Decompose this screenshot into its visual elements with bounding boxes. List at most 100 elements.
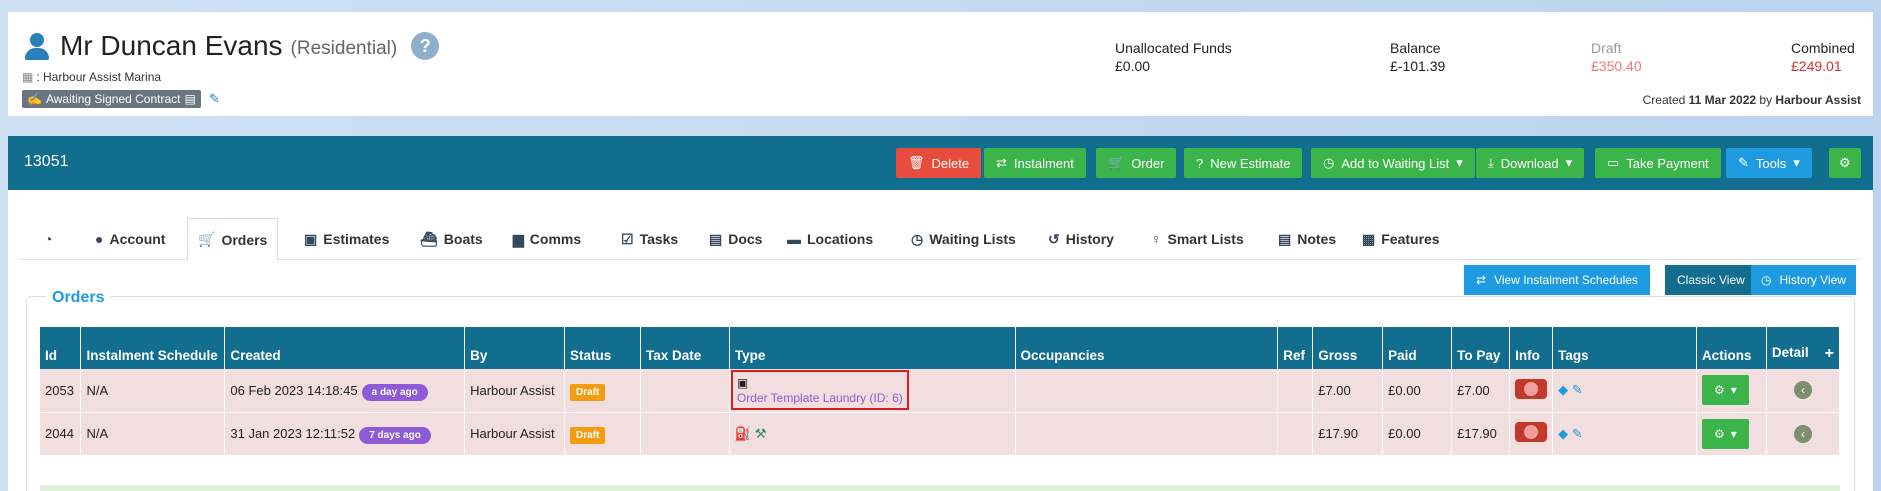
instalment-button[interactable]: ⇄ Instalment [984,148,1086,178]
info-money-icon[interactable] [1515,422,1548,442]
draft-value: £350.40 [1591,58,1642,74]
settings-button[interactable]: ⚙ [1829,148,1861,178]
new-estimate-button[interactable]: ? New Estimate [1184,148,1303,178]
tab-notes[interactable]: ▤ Notes [1268,218,1346,260]
col-to-pay[interactable]: To Pay [1451,327,1511,369]
col-by[interactable]: By [464,327,566,369]
col-actions: Actions [1696,327,1767,369]
waiting-list-button[interactable]: ◷ Add to Waiting List ▾ [1311,148,1475,178]
col-ref[interactable]: Ref [1277,327,1314,369]
tab-history[interactable]: ↺ History [1038,218,1124,260]
col-id[interactable]: Id [40,327,82,369]
download-button[interactable]: ⤓ Download ▾ [1476,148,1585,178]
tab-waiting-lists[interactable]: ◷ Waiting Lists [901,218,1026,260]
actions-button[interactable]: ⚙ ▾ [1701,375,1749,406]
cell-detail: ‹ [1766,369,1841,413]
tab-label: Smart Lists [1167,231,1244,247]
col-type[interactable]: Type [729,327,1016,369]
created-info: Created 11 Mar 2022 by Harbour Assist [1643,93,1861,107]
chevron-left-icon[interactable]: ‹ [1793,424,1812,443]
tools-button[interactable]: ✎ Tools ▾ [1726,148,1812,178]
gears-icon: ⚙ [1713,383,1725,398]
col-detail-label: Detail [1771,345,1809,360]
person-icon [22,31,52,61]
created-by: Harbour Assist [1775,93,1861,107]
question-icon: ? [1196,155,1204,171]
col-info: Info [1509,327,1554,369]
history-view-button[interactable]: ◷ History View [1751,265,1856,295]
chevron-left-icon[interactable]: ‹ [1793,381,1812,400]
edit-tags-icon[interactable]: ✎ [1572,426,1583,441]
tab-locations[interactable]: ▬ Locations [777,218,883,260]
tab-boats[interactable]: ⛴ Boats [410,218,493,260]
history-icon: ↺ [1048,230,1060,247]
actions-button[interactable]: ⚙ ▾ [1701,418,1749,449]
cell-gross: £7.00 [1312,369,1384,413]
edit-tags-icon[interactable]: ✎ [1572,382,1583,397]
tab-label: Estimates [323,231,390,247]
gears-icon: ⚙ [1713,426,1725,441]
tag-icon[interactable]: ◆ [1558,382,1568,397]
col-tax-date[interactable]: Tax Date [640,327,730,369]
classic-view-button[interactable]: Classic View [1665,265,1757,295]
plus-icon[interactable]: + [1825,345,1834,363]
ship-icon: ⛴ [420,230,438,247]
instalment-label: Instalment [1013,155,1074,171]
customer-name-row: Mr Duncan Evans (Residential) ? [22,30,440,62]
tab-estimates[interactable]: ▣ Estimates [294,218,399,260]
help-icon[interactable]: ? [411,32,440,60]
col-instalment-schedule[interactable]: Instalment Schedule [80,327,226,369]
cell-type: ▣ Order Template Laundry (ID: 6) [729,369,1016,413]
cell-id: 2053 [40,369,82,413]
tab-features[interactable]: ▦ Features [1352,218,1450,260]
status-badge: Draft [570,427,606,444]
delete-button[interactable]: 🗑 Delete [896,148,982,178]
order-label: Order [1131,155,1165,171]
cell-type: ⛽ ⚒ [729,412,1016,456]
col-occupancies[interactable]: Occupancies [1015,327,1279,369]
unallocated-value: £0.00 [1115,58,1151,74]
view-instalment-schedules-button[interactable]: ⇄ View Instalment Schedules [1464,265,1650,295]
chevron-down-icon: ▾ [1565,155,1573,170]
created-prefix: Created [1642,93,1686,107]
cell-created: 31 Jan 2023 12:11:52 7 days ago [224,412,466,456]
tab-label: Waiting Lists [929,231,1016,247]
col-status[interactable]: Status [564,327,641,369]
money-icon: ▭ [1607,155,1620,170]
cell-status: Draft [564,412,641,456]
tab-smart-lists[interactable]: ♀ Smart Lists [1141,218,1254,260]
cell-info [1509,369,1554,413]
cell-by: Harbour Assist [464,412,566,456]
download-icon: ⤓ [1488,155,1494,170]
tag-icon[interactable]: ◆ [1558,426,1568,441]
cart-icon: 🛒 [198,231,216,247]
combined-value: £249.01 [1791,58,1842,74]
table-row[interactable]: 2044 N/A 31 Jan 2023 12:11:52 7 days ago … [40,412,1841,456]
tools-label: Tools [1755,155,1787,171]
download-label: Download [1500,155,1559,171]
col-created[interactable]: Created [224,327,466,369]
new-estimate-label: New Estimate [1210,155,1291,171]
cell-info [1509,412,1554,456]
take-payment-button[interactable]: ▭ Take Payment [1595,148,1721,178]
edit-contract-icon[interactable]: ✎ [209,91,220,107]
cell-actions: ⚙ ▾ [1696,412,1767,456]
order-button[interactable]: 🛒 Order [1096,148,1177,178]
tab-dashboard[interactable]: ◔ [34,218,62,260]
info-money-icon[interactable] [1515,378,1548,399]
order-template-link[interactable]: Order Template Laundry (ID: 6) [737,391,903,405]
tab-comms[interactable]: ▆ Comms [503,218,591,260]
cell-tags: ◆ ✎ [1552,412,1697,456]
cell-ref [1277,412,1314,456]
relative-time-badge: a day ago [361,383,428,401]
table-header-row: Id Instalment Schedule Created By Status… [40,327,1841,369]
tab-account[interactable]: ● Account [85,218,175,260]
waiting-list-label: Add to Waiting List [1341,155,1450,171]
col-gross[interactable]: Gross [1312,327,1384,369]
tab-tasks[interactable]: ☑ Tasks [611,218,688,260]
tab-label: Features [1381,231,1440,247]
table-row[interactable]: 2053 N/A 06 Feb 2023 14:18:45 a day ago H… [40,369,1841,413]
col-paid[interactable]: Paid [1382,327,1453,369]
tab-orders[interactable]: 🛒 Orders [187,218,279,261]
tab-docs[interactable]: ▤ Docs [699,218,772,260]
